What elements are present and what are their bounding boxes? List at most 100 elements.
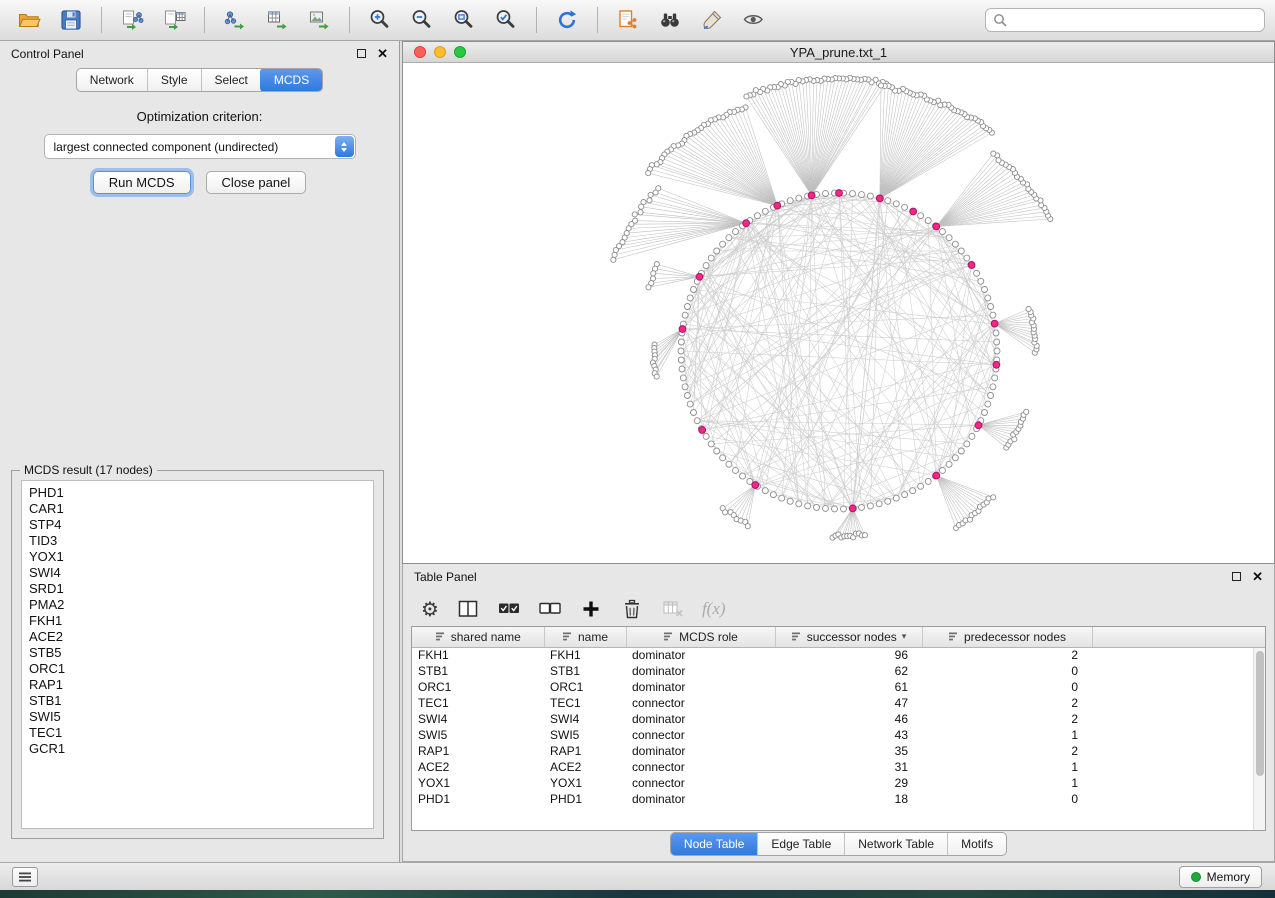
table-row[interactable]: FKH1FKH1dominator962 bbox=[412, 647, 1265, 663]
select-all-button[interactable] bbox=[497, 597, 521, 621]
share-document-button[interactable] bbox=[609, 4, 647, 36]
criterion-dropdown[interactable]: largest connected component (undirected) bbox=[44, 134, 356, 159]
zoom-selected-button[interactable] bbox=[487, 4, 525, 36]
close-panel-button[interactable]: Close panel bbox=[206, 171, 307, 194]
column-header-mcds-role[interactable]: MCDS role bbox=[626, 627, 775, 647]
column-handle-icon bbox=[948, 631, 959, 642]
tab-select[interactable]: Select bbox=[201, 69, 261, 91]
show-columns-button[interactable] bbox=[456, 597, 480, 621]
tab-network-table[interactable]: Network Table bbox=[844, 833, 947, 855]
table-row[interactable]: SWI5SWI5connector431 bbox=[412, 727, 1265, 743]
float-table-panel-icon[interactable] bbox=[1232, 572, 1241, 581]
toolbar-buttons bbox=[10, 4, 773, 36]
mcds-result-list[interactable]: PHD1CAR1STP4TID3YOX1SWI4SRD1PMA2FKH1ACE2… bbox=[21, 480, 374, 829]
mcds-result-item[interactable]: FKH1 bbox=[29, 613, 366, 629]
column-header-name[interactable]: name bbox=[544, 627, 626, 647]
table-row[interactable]: ORC1ORC1dominator610 bbox=[412, 679, 1265, 695]
table-row[interactable]: SWI4SWI4dominator462 bbox=[412, 711, 1265, 727]
table-row[interactable]: PHD1PHD1dominator180 bbox=[412, 791, 1265, 807]
zoom-in-button[interactable] bbox=[361, 4, 399, 36]
network-window-titlebar[interactable]: YPA_prune.txt_1 bbox=[403, 42, 1274, 63]
control-panel: Control Panel ✕ NetworkStyleSelectMCDS O… bbox=[0, 41, 400, 862]
apply-preferred-layout-button[interactable] bbox=[548, 4, 586, 36]
minimize-window-button[interactable] bbox=[434, 46, 446, 58]
column-header-predecessor-nodes[interactable]: predecessor nodes bbox=[922, 627, 1092, 647]
cell: PHD1 bbox=[412, 791, 544, 807]
mcds-result-item[interactable]: YOX1 bbox=[29, 549, 366, 565]
table-settings-button[interactable]: ⚙ bbox=[421, 599, 439, 619]
panel-menu-button[interactable] bbox=[12, 867, 38, 887]
table-row[interactable]: TEC1TEC1connector472 bbox=[412, 695, 1265, 711]
mcds-result-item[interactable]: ORC1 bbox=[29, 661, 366, 677]
table-scrollbar-thumb[interactable] bbox=[1256, 651, 1264, 776]
mcds-result-item[interactable]: PHD1 bbox=[29, 485, 366, 501]
fit-content-button[interactable] bbox=[445, 4, 483, 36]
tab-motifs[interactable]: Motifs bbox=[947, 833, 1006, 855]
optimization-criterion-label: Optimization criterion: bbox=[0, 109, 399, 124]
table-row[interactable]: STB1STB1dominator620 bbox=[412, 663, 1265, 679]
export-image-button[interactable] bbox=[300, 4, 338, 36]
cell: FKH1 bbox=[544, 647, 626, 663]
tab-style[interactable]: Style bbox=[147, 69, 201, 91]
show-graphics-details-button[interactable] bbox=[735, 4, 773, 36]
import-network-file-button[interactable] bbox=[113, 4, 151, 36]
mcds-result-item[interactable]: CAR1 bbox=[29, 501, 366, 517]
close-table-panel-icon[interactable]: ✕ bbox=[1252, 570, 1263, 583]
tab-node-table[interactable]: Node Table bbox=[670, 832, 759, 856]
maximize-window-button[interactable] bbox=[454, 46, 466, 58]
create-column-button[interactable] bbox=[579, 597, 603, 621]
column-header-shared-name[interactable]: shared name bbox=[412, 627, 544, 647]
search-network-icon bbox=[658, 8, 682, 32]
mcds-result-item[interactable]: SRD1 bbox=[29, 581, 366, 597]
mcds-result-item[interactable]: STP4 bbox=[29, 517, 366, 533]
search-box[interactable] bbox=[985, 8, 1265, 32]
memory-button[interactable]: Memory bbox=[1179, 866, 1262, 888]
network-graph[interactable] bbox=[403, 63, 1274, 563]
tab-edge-table[interactable]: Edge Table bbox=[757, 833, 844, 855]
dropdown-stepper-icon bbox=[335, 136, 354, 157]
save-session-button[interactable] bbox=[52, 4, 90, 36]
tab-mcds[interactable]: MCDS bbox=[260, 68, 323, 92]
mcds-result-item[interactable]: ACE2 bbox=[29, 629, 366, 645]
mcds-result-item[interactable]: PMA2 bbox=[29, 597, 366, 613]
cell: ORC1 bbox=[544, 679, 626, 695]
open-folder-button[interactable] bbox=[10, 4, 48, 36]
chevron-down-icon[interactable]: ▾ bbox=[902, 631, 907, 642]
mcds-result-item[interactable]: GCR1 bbox=[29, 741, 366, 757]
close-window-button[interactable] bbox=[414, 46, 426, 58]
mcds-result-item[interactable]: RAP1 bbox=[29, 677, 366, 693]
mcds-result-item[interactable]: SWI4 bbox=[29, 565, 366, 581]
table-row[interactable]: YOX1YOX1connector291 bbox=[412, 775, 1265, 791]
mcds-result-item[interactable]: TID3 bbox=[29, 533, 366, 549]
mcds-result-item[interactable]: SWI5 bbox=[29, 709, 366, 725]
zoom-out-button[interactable] bbox=[403, 4, 441, 36]
delete-table-button[interactable] bbox=[661, 597, 685, 621]
search-network-button[interactable] bbox=[651, 4, 689, 36]
cell: 2 bbox=[922, 743, 1092, 759]
apply-style-button[interactable] bbox=[693, 4, 731, 36]
function-builder-button[interactable]: f(x) bbox=[702, 599, 726, 619]
float-panel-icon[interactable] bbox=[357, 49, 366, 58]
search-input[interactable] bbox=[1012, 13, 1257, 27]
export-network-button[interactable] bbox=[216, 4, 254, 36]
import-table-file-button[interactable] bbox=[155, 4, 193, 36]
table-scrollbar[interactable] bbox=[1253, 648, 1265, 830]
mcds-result-item[interactable]: STB1 bbox=[29, 693, 366, 709]
mcds-result-group: MCDS result (17 nodes) PHD1CAR1STP4TID3Y… bbox=[11, 470, 384, 839]
table-row[interactable]: ACE2ACE2connector311 bbox=[412, 759, 1265, 775]
delete-column-button[interactable] bbox=[620, 597, 644, 621]
run-mcds-button[interactable]: Run MCDS bbox=[93, 171, 191, 194]
export-table-button[interactable] bbox=[258, 4, 296, 36]
cell-filler bbox=[1092, 727, 1265, 743]
tab-network[interactable]: Network bbox=[77, 69, 147, 91]
cell: SWI5 bbox=[412, 727, 544, 743]
table-row[interactable]: RAP1RAP1dominator352 bbox=[412, 743, 1265, 759]
cell-filler bbox=[1092, 759, 1265, 775]
show-columns-icon bbox=[456, 597, 480, 621]
deselect-all-button[interactable] bbox=[538, 597, 562, 621]
mcds-result-item[interactable]: TEC1 bbox=[29, 725, 366, 741]
close-panel-icon[interactable]: ✕ bbox=[377, 47, 388, 60]
column-header-successor-nodes[interactable]: successor nodes▾ bbox=[775, 627, 922, 647]
mcds-result-item[interactable]: STB5 bbox=[29, 645, 366, 661]
cell: 1 bbox=[922, 759, 1092, 775]
